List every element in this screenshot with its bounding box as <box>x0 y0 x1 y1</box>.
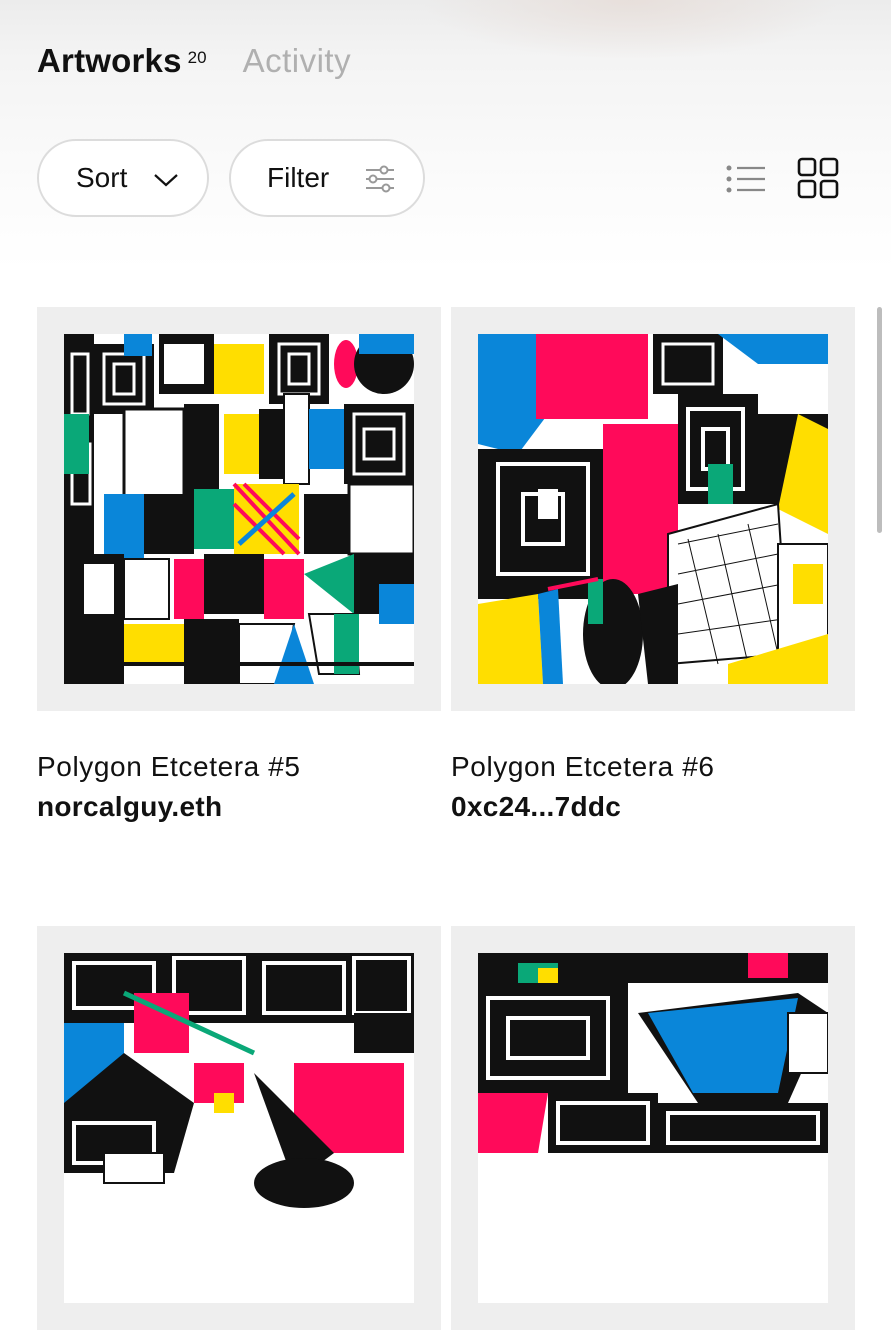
filter-button[interactable]: Filter <box>229 139 425 217</box>
tab-artworks[interactable]: Artworks <box>37 42 182 80</box>
artwork-card[interactable] <box>37 926 441 1330</box>
artwork-title[interactable]: Polygon Etcetera #5 <box>37 751 301 783</box>
tab-bar: Artworks 20 Activity <box>37 42 351 80</box>
artwork-card[interactable] <box>451 926 855 1330</box>
scrollbar[interactable] <box>877 307 882 533</box>
grid-view-icon[interactable] <box>797 157 839 199</box>
header-background <box>0 0 891 270</box>
artwork-image <box>64 334 414 684</box>
artworks-count-badge: 20 <box>187 48 207 67</box>
list-view-icon[interactable] <box>726 164 766 194</box>
artwork-image <box>64 953 414 1303</box>
tab-activity[interactable]: Activity <box>243 42 352 80</box>
artwork-title[interactable]: Polygon Etcetera #6 <box>451 751 715 783</box>
artwork-card[interactable] <box>37 307 441 711</box>
sort-button[interactable]: Sort <box>37 139 209 217</box>
artwork-image <box>478 334 828 684</box>
sort-label: Sort <box>76 162 128 193</box>
chevron-down-icon <box>154 174 178 187</box>
sliders-icon <box>366 165 394 193</box>
artwork-owner[interactable]: 0xc24...7ddc <box>451 791 621 823</box>
filter-label: Filter <box>267 162 330 193</box>
artwork-image <box>478 953 828 1303</box>
artwork-card[interactable] <box>451 307 855 711</box>
artwork-owner[interactable]: norcalguy.eth <box>37 791 222 823</box>
